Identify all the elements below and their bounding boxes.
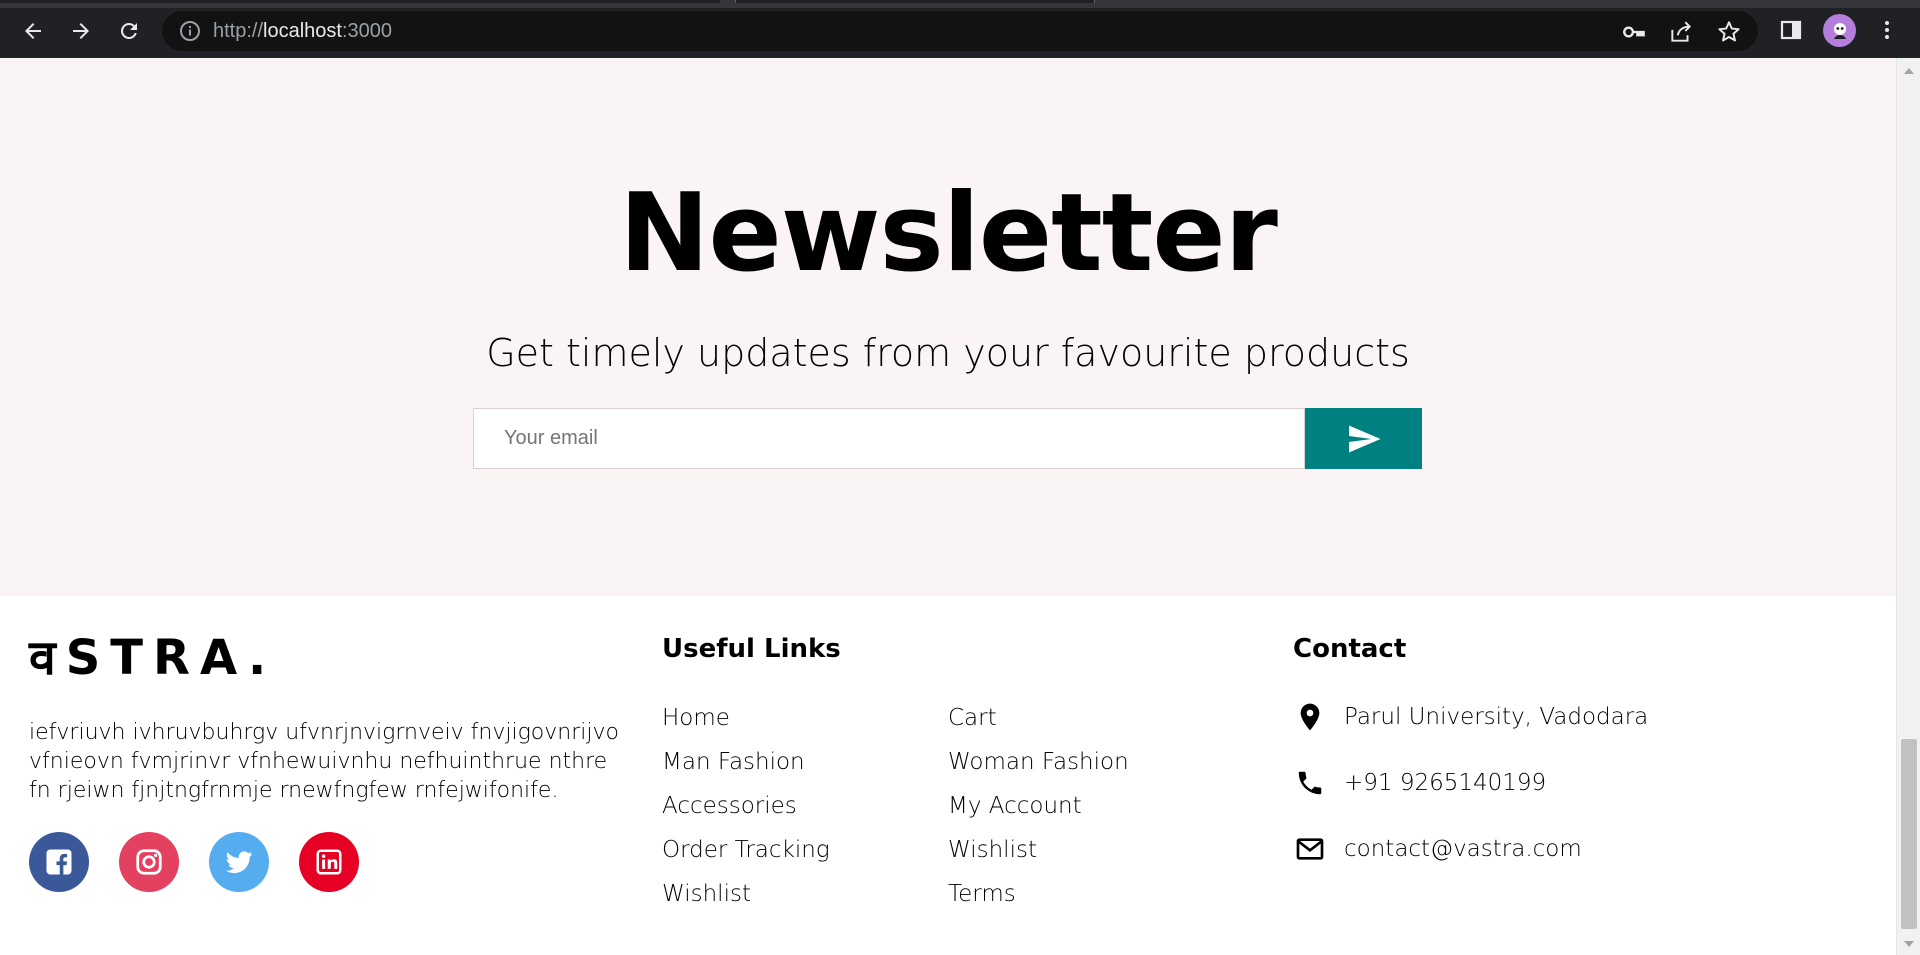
newsletter-form xyxy=(473,408,1422,469)
link-wishlist[interactable]: Wishlist xyxy=(662,872,830,916)
page-scrollbar[interactable] xyxy=(1896,58,1920,955)
arrow-left-icon xyxy=(25,23,41,39)
scroll-up-arrow-icon[interactable] xyxy=(1904,68,1914,74)
info-icon[interactable] xyxy=(178,19,202,43)
brand-description: iefvriuvh ivhruvbuhrgv ufvnrjnvigrnveiv … xyxy=(29,720,619,803)
newsletter-title: Newsletter xyxy=(619,171,1278,296)
address-text: Parul University, Vadodara xyxy=(1344,704,1649,730)
email-input[interactable] xyxy=(473,408,1305,469)
more-vert-icon xyxy=(1885,21,1889,39)
link-order-tracking[interactable]: Order Tracking xyxy=(662,828,830,872)
contact-address: Parul University, Vadodara xyxy=(1293,700,1648,734)
facebook-button[interactable] xyxy=(29,832,89,892)
phone-icon xyxy=(1293,766,1327,800)
newsletter-section: Newsletter Get timely updates from your … xyxy=(0,58,1896,596)
side-panel-icon xyxy=(1780,20,1802,40)
back-button[interactable] xyxy=(16,14,50,48)
link-man-fashion[interactable]: Man Fashion xyxy=(662,740,830,784)
facebook-icon xyxy=(46,849,72,875)
link-woman-fashion[interactable]: Woman Fashion xyxy=(948,740,1129,784)
tab[interactable] xyxy=(735,0,1095,3)
contact-phone: +91 9265140199 xyxy=(1293,766,1546,800)
link-terms[interactable]: Terms xyxy=(948,872,1129,916)
phone-text: +91 9265140199 xyxy=(1344,770,1547,796)
instagram-button[interactable] xyxy=(119,832,179,892)
useful-links-list-left: Home Man Fashion Accessories Order Track… xyxy=(662,696,830,916)
menu-button[interactable] xyxy=(1873,16,1901,44)
linkedin-icon xyxy=(316,849,342,875)
key-icon[interactable] xyxy=(1621,19,1647,45)
page-viewport: Newsletter Get timely updates from your … xyxy=(0,58,1896,955)
scrollbar-thumb[interactable] xyxy=(1901,739,1917,929)
contact-title: Contact xyxy=(1293,634,1407,664)
instagram-icon xyxy=(136,849,162,875)
location-pin-icon xyxy=(1293,700,1327,734)
brand-logo[interactable]: वSTRA. xyxy=(29,634,276,682)
contact-email: contact@vastra.com xyxy=(1293,832,1582,866)
useful-links-list-right: Cart Woman Fashion My Account Wishlist T… xyxy=(948,696,1129,916)
link-my-account[interactable]: My Account xyxy=(948,784,1129,828)
reload-button[interactable] xyxy=(112,14,146,48)
useful-links-title: Useful Links xyxy=(662,634,841,664)
arrow-right-icon xyxy=(73,23,89,39)
link-cart[interactable]: Cart xyxy=(948,696,1129,740)
link-home[interactable]: Home xyxy=(662,696,830,740)
url-text: http://localhost:3000 xyxy=(213,20,393,42)
tab[interactable] xyxy=(0,0,720,3)
address-bar[interactable]: http://localhost:3000 xyxy=(162,11,1758,51)
share-icon[interactable] xyxy=(1668,19,1694,45)
send-button[interactable] xyxy=(1305,408,1422,469)
avatar-icon xyxy=(1833,22,1846,39)
site-footer: वSTRA. iefvriuvh ivhruvbuhrgv ufvnrjnvig… xyxy=(0,596,1896,955)
social-links xyxy=(29,832,359,892)
reload-icon xyxy=(121,22,137,39)
link-accessories[interactable]: Accessories xyxy=(662,784,830,828)
forward-button[interactable] xyxy=(64,14,98,48)
side-panel-button[interactable] xyxy=(1777,16,1805,44)
link-wishlist-2[interactable]: Wishlist xyxy=(948,828,1129,872)
tab-strip xyxy=(0,0,1920,8)
browser-toolbar: http://localhost:3000 xyxy=(0,0,1920,58)
twitter-button[interactable] xyxy=(209,832,269,892)
linkedin-button[interactable] xyxy=(299,832,359,892)
send-icon xyxy=(1348,425,1380,452)
profile-avatar[interactable] xyxy=(1823,14,1856,47)
mail-icon xyxy=(1293,832,1327,866)
star-icon[interactable] xyxy=(1716,19,1742,45)
scroll-down-arrow-icon[interactable] xyxy=(1904,941,1914,947)
twitter-icon xyxy=(225,851,253,874)
newsletter-subtitle: Get timely updates from your favourite p… xyxy=(486,331,1410,375)
email-text: contact@vastra.com xyxy=(1344,836,1582,862)
